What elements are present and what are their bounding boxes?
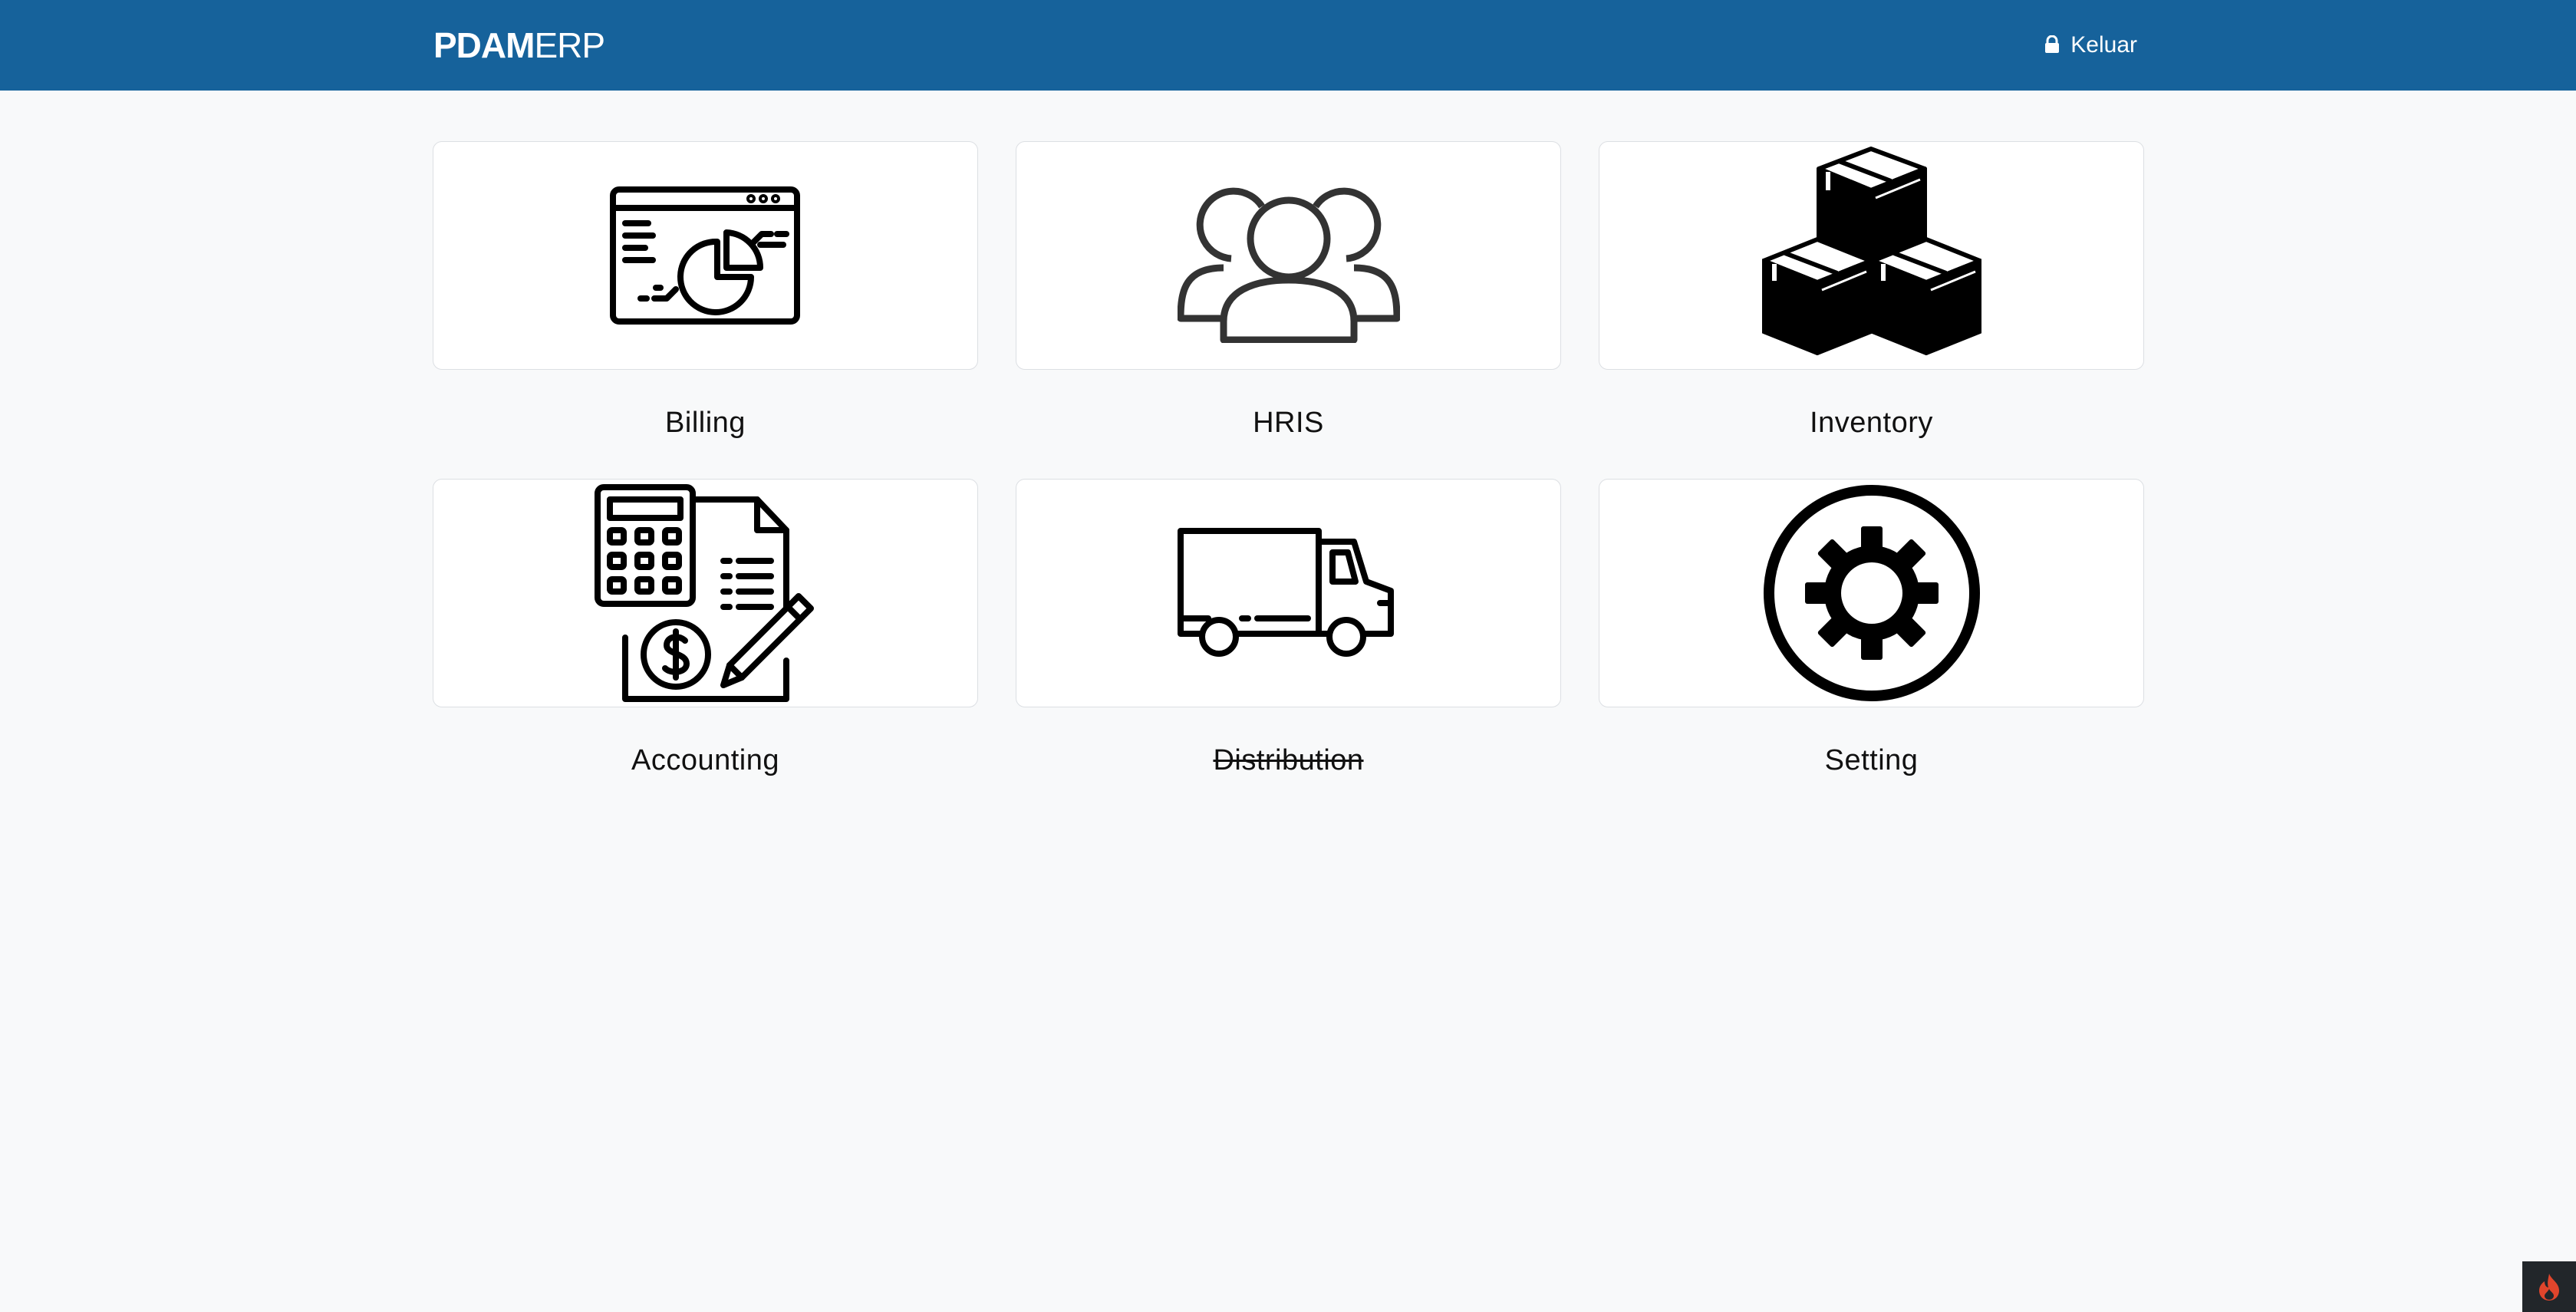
logout-label: Keluar [2070, 32, 2137, 58]
module-distribution[interactable]: Distribution [1016, 479, 1561, 816]
boxes-icon [1761, 147, 1981, 355]
brand-name-light: ERP [534, 25, 605, 65]
accounting-icon [594, 484, 814, 702]
module-card[interactable] [433, 141, 978, 370]
module-card[interactable] [1016, 141, 1561, 370]
module-label: Setting [1824, 744, 1919, 776]
module-billing[interactable]: Billing [433, 141, 978, 479]
module-label: Accounting [631, 744, 779, 776]
module-card[interactable] [1016, 479, 1561, 707]
module-card[interactable] [433, 479, 978, 707]
billing-icon [609, 186, 800, 325]
truck-icon [1177, 528, 1394, 657]
module-label: HRIS [1253, 407, 1324, 439]
users-icon [1177, 187, 1400, 343]
module-card[interactable] [1599, 141, 2144, 370]
module-label: Inventory [1810, 407, 1933, 439]
lock-icon [2044, 32, 2070, 58]
module-card[interactable] [1599, 479, 2144, 707]
flame-icon [2539, 1274, 2559, 1300]
module-setting[interactable]: Setting [1599, 479, 2144, 816]
module-inventory[interactable]: Inventory [1599, 141, 2144, 479]
gear-icon [1763, 485, 1980, 701]
module-grid: Billing HRIS Inventory Accounting Distri… [433, 141, 2145, 816]
module-label: Billing [665, 407, 746, 439]
top-navbar: PDAMERP Keluar [0, 0, 2576, 91]
debug-toolbar-toggle[interactable] [2522, 1261, 2576, 1312]
module-hris[interactable]: HRIS [1016, 141, 1561, 479]
module-accounting[interactable]: Accounting [433, 479, 978, 816]
module-label: Distribution [1213, 744, 1364, 776]
brand-logo[interactable]: PDAMERP [433, 23, 605, 68]
brand-name-bold: PDAM [433, 25, 535, 65]
logout-link[interactable]: Keluar [2044, 28, 2137, 63]
